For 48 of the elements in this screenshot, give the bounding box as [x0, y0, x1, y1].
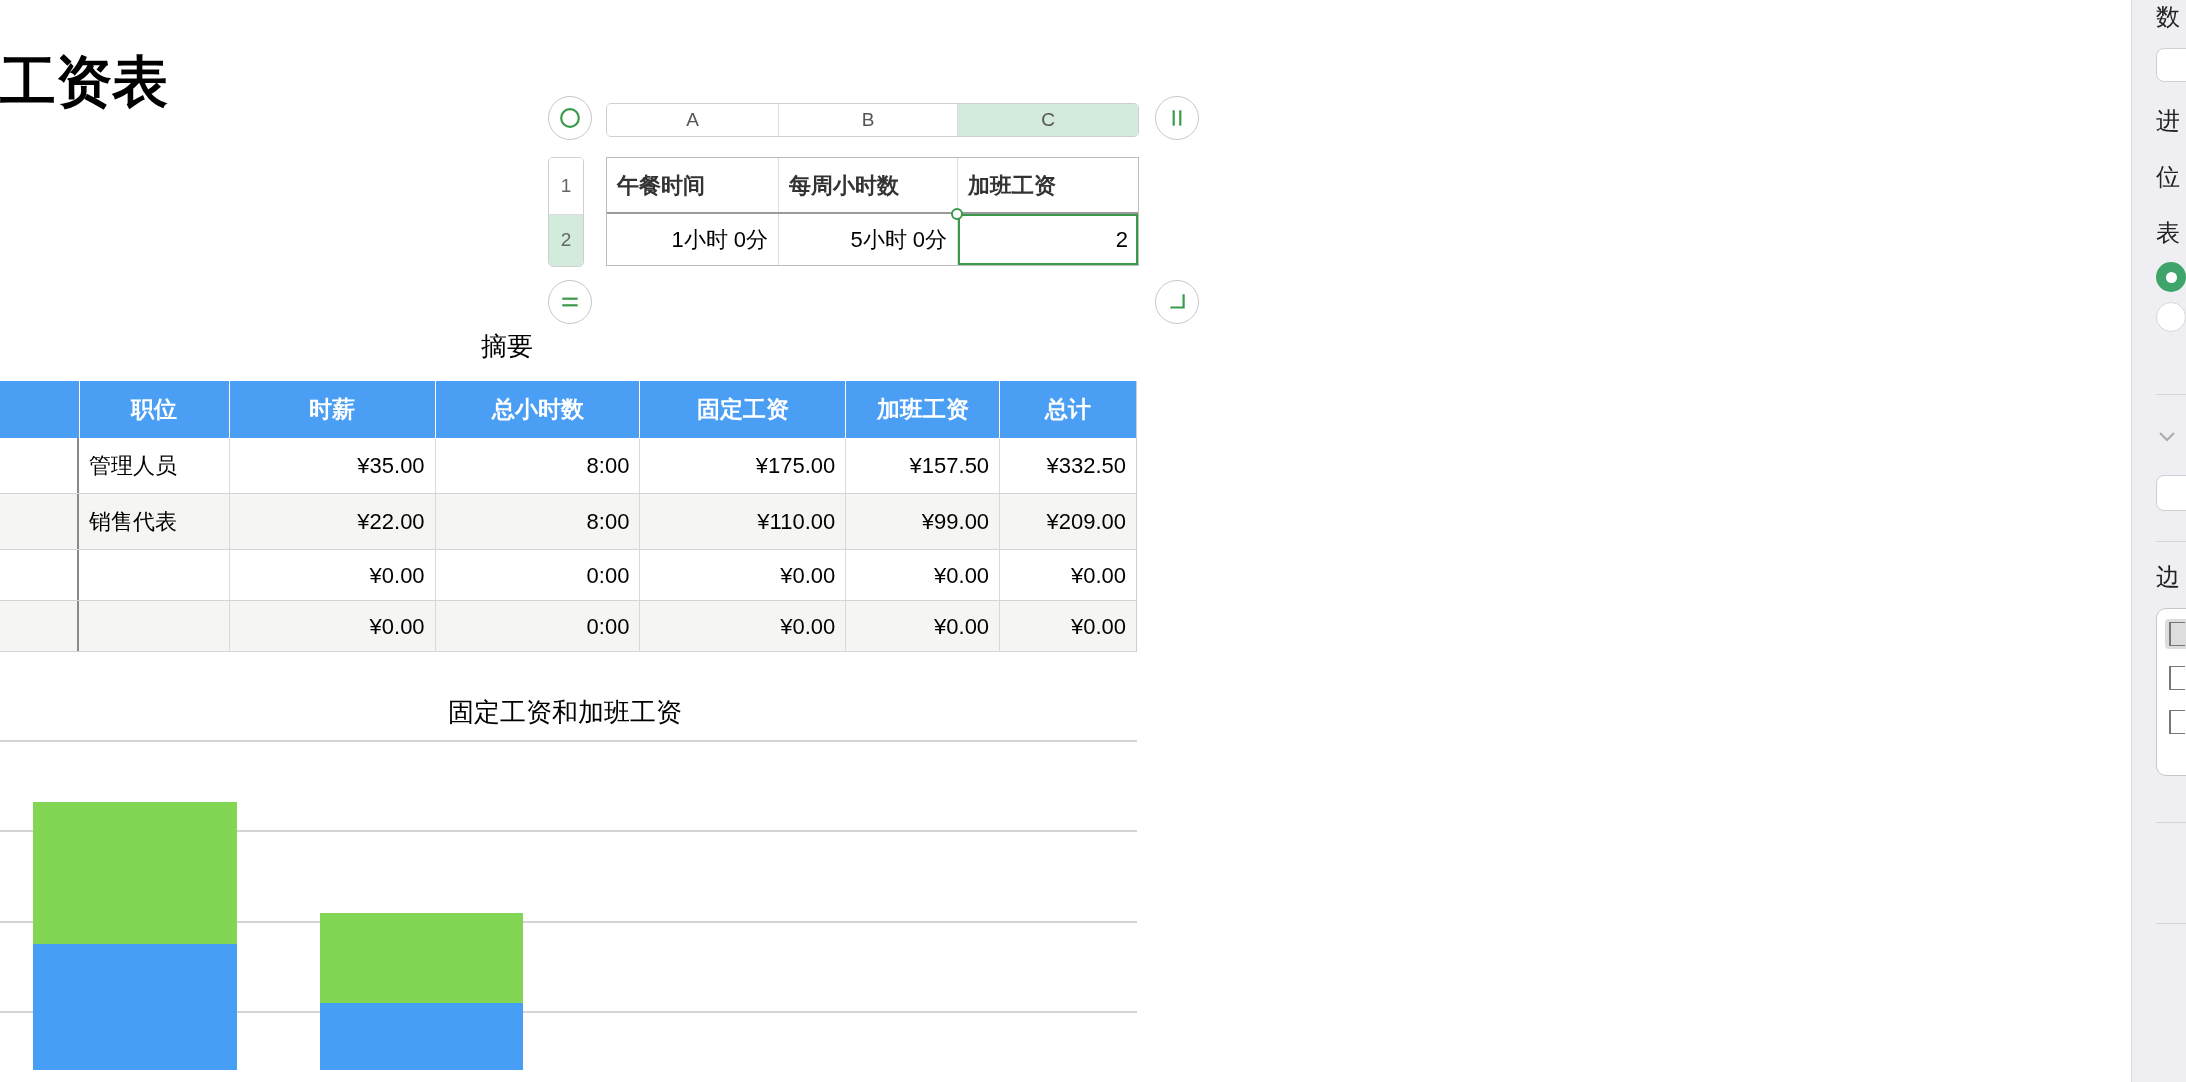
column-header[interactable]: C	[957, 104, 1138, 136]
table-cell: ¥22.00	[228, 494, 435, 549]
table-cell[interactable]: 5小时 0分	[778, 214, 957, 265]
row-header[interactable]: 2	[549, 214, 583, 266]
section-label: 数	[2156, 2, 2181, 32]
table-cell: ¥0.00	[639, 550, 846, 600]
table-cell: 0:00	[434, 550, 640, 600]
document-title: 工资表	[0, 49, 169, 115]
table-cell: ¥110.00	[639, 494, 846, 549]
table-cell: ¥0.00	[228, 550, 435, 600]
table-title: 摘要	[480, 330, 534, 363]
table-cell: ¥332.50	[999, 438, 1136, 493]
table-cell-text: 管理人员	[87, 452, 178, 480]
table-cell: ¥0.00	[999, 550, 1136, 600]
table-cell: ¥209.00	[999, 494, 1136, 549]
table-cell: ¥157.50	[845, 438, 1000, 493]
table-cell: ¥0.00	[639, 601, 846, 651]
chevron-icon[interactable]	[2158, 431, 2176, 443]
section-label: 表	[2156, 218, 2181, 248]
table-handle[interactable]	[548, 96, 592, 140]
table-handle[interactable]	[548, 280, 592, 324]
section-label: 边	[2156, 562, 2181, 592]
section-label: 位	[2156, 162, 2181, 192]
table-cell: ¥0.00	[228, 601, 435, 651]
table-cell[interactable]: 1小时 0分	[607, 214, 778, 265]
chart-title: 固定工资和加班工资	[447, 696, 683, 729]
table-cell: ¥0.00	[845, 601, 1000, 651]
border-option[interactable]	[2165, 619, 2186, 649]
table-cell-text: 销售代表	[87, 508, 178, 536]
radio-button[interactable]	[2156, 262, 2186, 292]
table-cell: ¥175.00	[639, 438, 846, 493]
header-cell[interactable]: 午餐时间	[607, 158, 778, 212]
table-cell: ¥0.00	[999, 601, 1136, 651]
circle-icon	[559, 107, 581, 129]
table-cell: ¥0.00	[845, 550, 1000, 600]
table-cell[interactable]: 2	[957, 214, 1138, 265]
table-handle[interactable]	[1155, 96, 1199, 140]
popup-menu[interactable]	[2156, 475, 2186, 511]
table-cell: 8:00	[434, 438, 640, 493]
table-cell: ¥35.00	[228, 438, 435, 493]
radio-button[interactable]	[2156, 302, 2186, 332]
table-cell: 8:00	[434, 494, 640, 549]
table-handle[interactable]	[1155, 280, 1199, 324]
section-label: 进	[2156, 106, 2181, 136]
table-cell: ¥99.00	[845, 494, 1000, 549]
popup-menu[interactable]	[2156, 48, 2186, 82]
table-cell: 0:00	[434, 601, 640, 651]
selection-handle[interactable]	[951, 208, 963, 220]
